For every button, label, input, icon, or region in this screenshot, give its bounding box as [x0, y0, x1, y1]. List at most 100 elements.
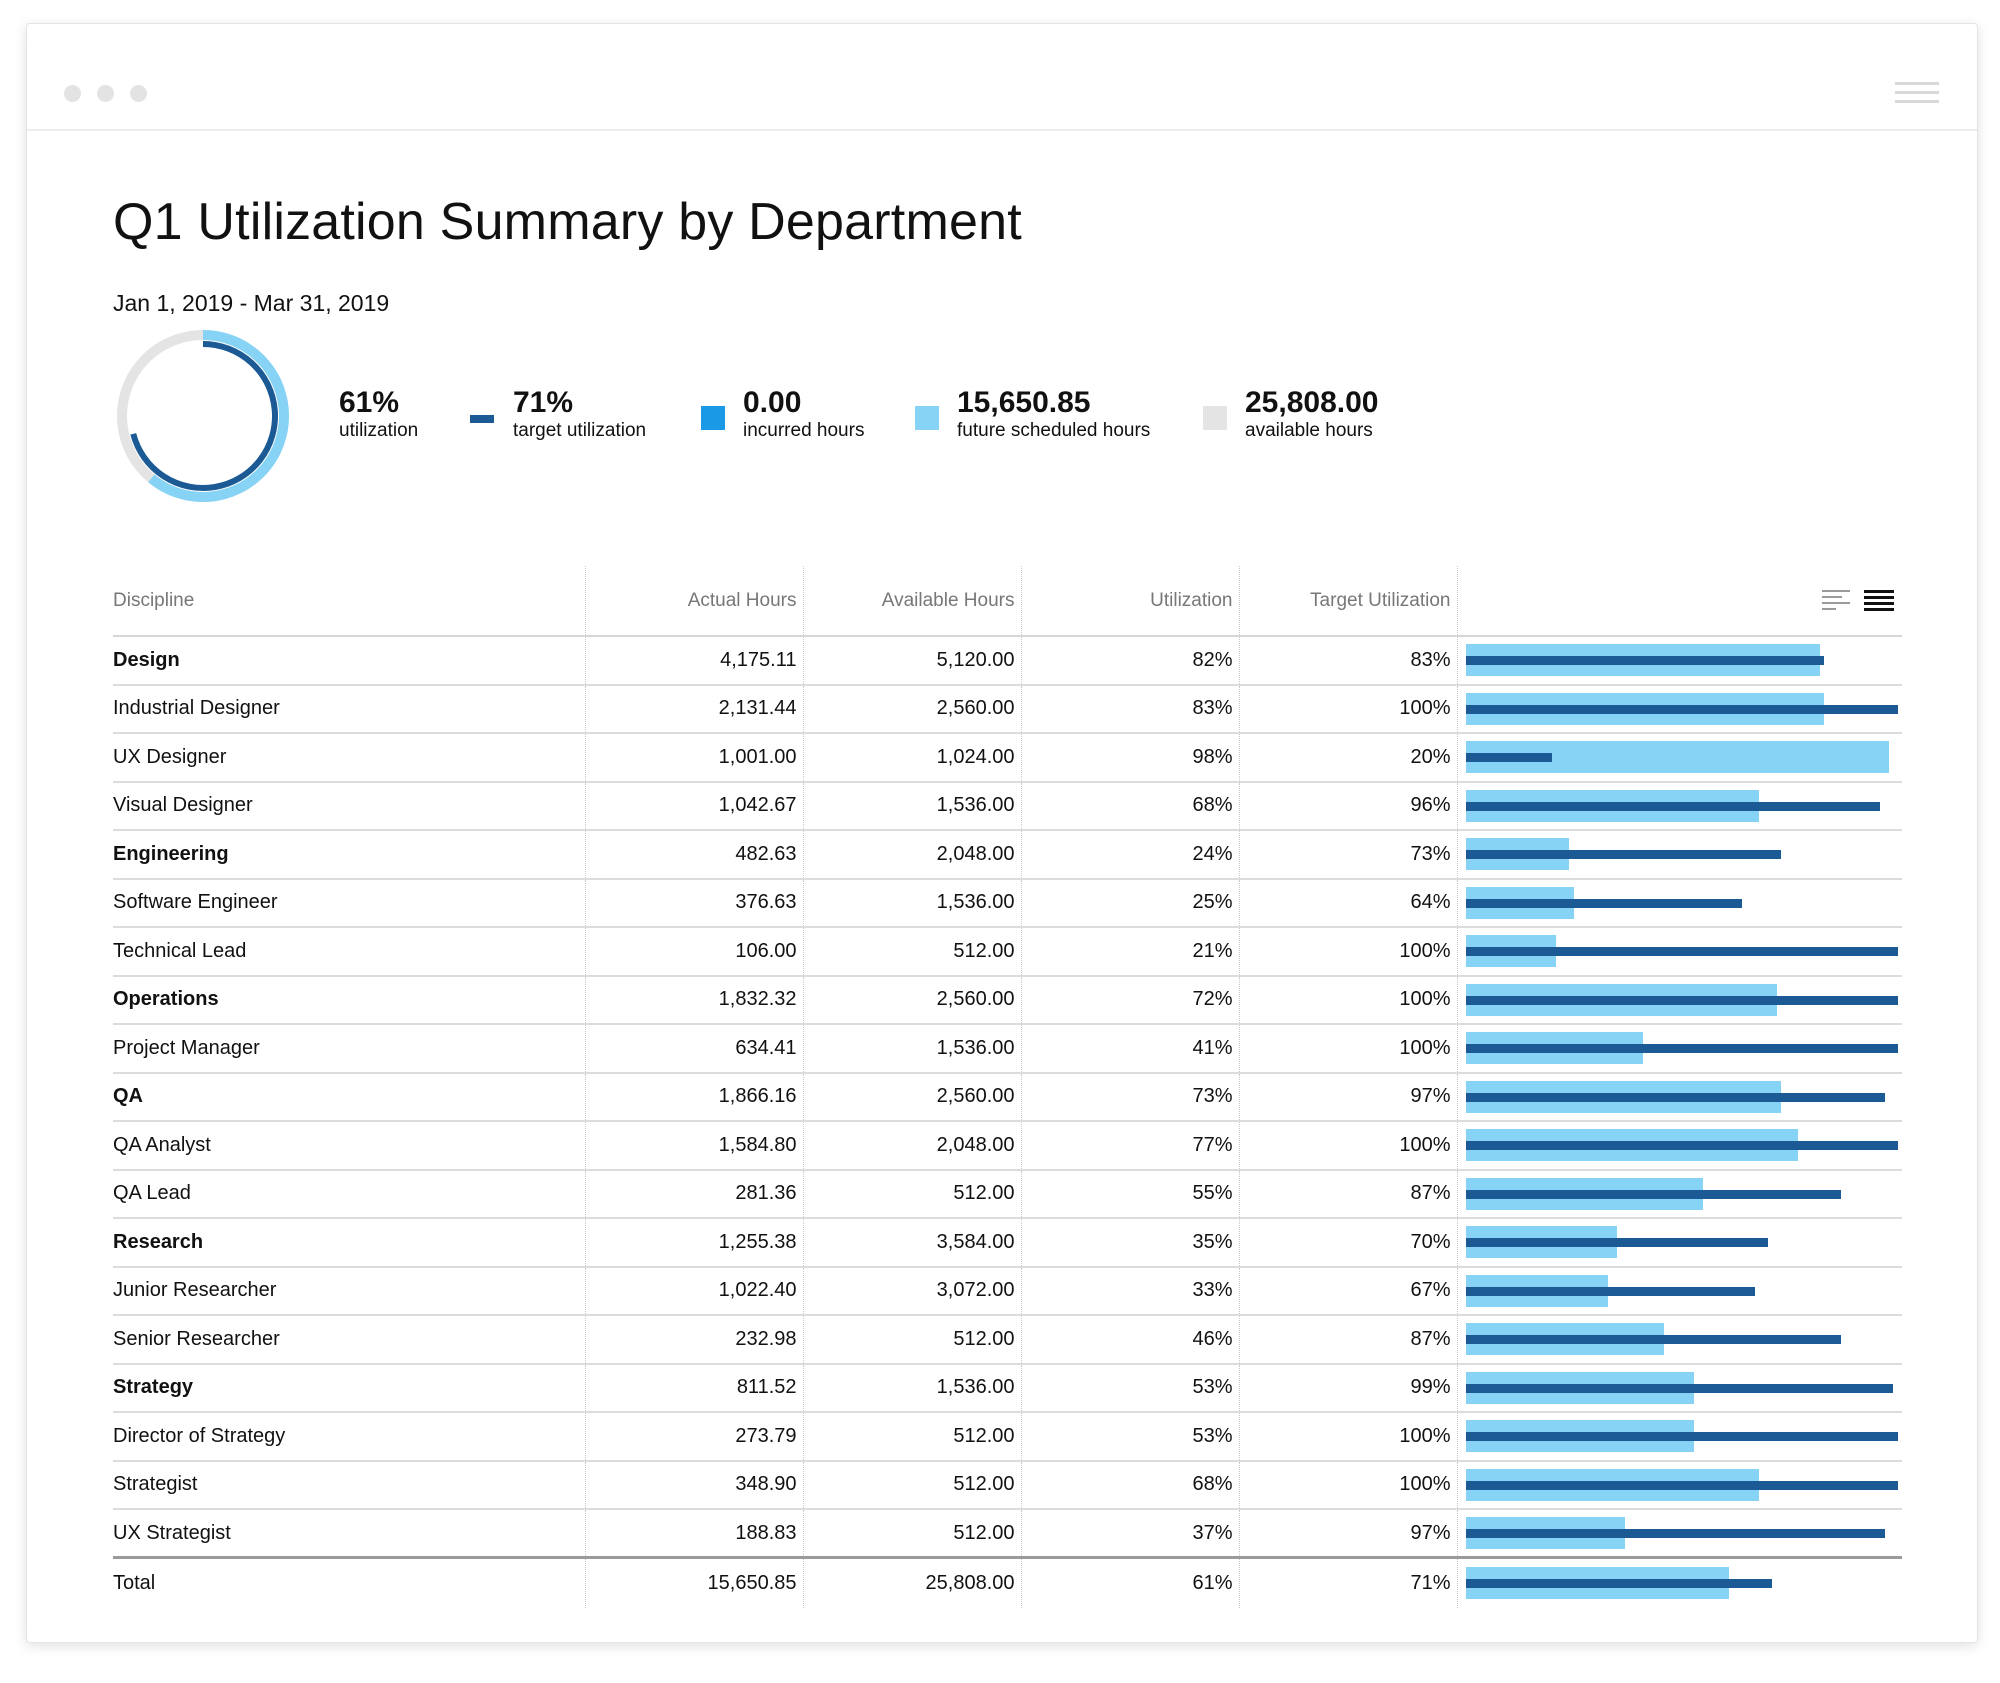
target-utilization-cell: 70% [1239, 1218, 1458, 1268]
table-row[interactable]: Project Manager 634.41 1,536.00 41% 100% [113, 1024, 1902, 1074]
window-dot-1 [64, 85, 81, 102]
bar-track [1465, 692, 1898, 725]
table-group-row[interactable]: QA 1,866.16 2,560.00 73% 97% [113, 1072, 1902, 1122]
discipline-cell: QA Analyst [113, 1121, 586, 1171]
utilization-bar-cell [1457, 1509, 1902, 1559]
bar-track [1465, 1567, 1898, 1600]
target-utilization-bar [1465, 947, 1898, 957]
col-header-discipline[interactable]: Discipline [113, 566, 586, 637]
table-row[interactable]: Industrial Designer 2,131.44 2,560.00 83% 10… [113, 684, 1902, 734]
utilization-cell: 55% [1021, 1169, 1240, 1219]
discipline-cell: Director of Strategy [113, 1412, 586, 1462]
table-row[interactable]: UX Strategist 188.83 512.00 37% 97% [113, 1509, 1902, 1559]
bar-track [1465, 1177, 1898, 1210]
utilization-cell: 98% [1021, 733, 1240, 783]
kpi-utilization: 61% utilization [339, 386, 418, 442]
utilization-bar-cell [1457, 1218, 1902, 1268]
bar-track [1465, 789, 1898, 822]
utilization-bar-cell [1457, 830, 1902, 880]
actual-hours-cell: 1,255.38 [585, 1218, 804, 1268]
utilization-cell: 61% [1021, 1556, 1240, 1608]
utilization-cell: 37% [1021, 1509, 1240, 1559]
available-hours-cell: 3,072.00 [803, 1266, 1022, 1316]
bar-track [1465, 1468, 1898, 1501]
col-header-available-hours[interactable]: Available Hours [803, 566, 1022, 637]
future-legend-swatch [915, 406, 939, 430]
table-row[interactable]: Junior Researcher 1,022.40 3,072.00 33% 67% [113, 1266, 1902, 1316]
target-line-legend-icon [470, 415, 494, 423]
table-group-row[interactable]: Engineering 482.63 2,048.00 24% 73% [113, 830, 1902, 880]
target-utilization-cell: 100% [1239, 1121, 1458, 1171]
table-total-row[interactable]: Total 15,650.85 25,808.00 61% 71% [113, 1556, 1902, 1608]
utilization-bar-cell [1457, 1315, 1902, 1365]
target-utilization-cell: 100% [1239, 1412, 1458, 1462]
table-group-row[interactable]: Operations 1,832.32 2,560.00 72% 100% [113, 975, 1902, 1025]
menu-icon[interactable] [1895, 82, 1939, 104]
discipline-cell: Industrial Designer [113, 684, 586, 734]
available-hours-cell: 5,120.00 [803, 636, 1022, 686]
target-utilization-bar [1465, 1579, 1773, 1589]
discipline-cell: Operations [113, 975, 586, 1025]
view-toggle [1822, 588, 1894, 611]
target-utilization-cell: 83% [1239, 636, 1458, 686]
utilization-bar-cell [1457, 1169, 1902, 1219]
actual-hours-cell: 232.98 [585, 1315, 804, 1365]
utilization-cell: 41% [1021, 1024, 1240, 1074]
actual-hours-cell: 1,584.80 [585, 1121, 804, 1171]
target-utilization-bar [1465, 1092, 1885, 1102]
table-row[interactable]: QA Analyst 1,584.80 2,048.00 77% 100% [113, 1121, 1902, 1171]
target-utilization-cell: 96% [1239, 781, 1458, 831]
col-header-utilization[interactable]: Utilization [1021, 566, 1240, 637]
target-utilization-bar [1465, 656, 1825, 666]
discipline-cell: Senior Researcher [113, 1315, 586, 1365]
utilization-bar-cell [1457, 684, 1902, 734]
bar-track [1465, 644, 1898, 677]
col-header-target-utilization[interactable]: Target Utilization [1239, 566, 1458, 637]
col-header-chart [1457, 566, 1902, 637]
actual-hours-cell: 1,042.67 [585, 781, 804, 831]
utilization-bar-cell [1457, 1024, 1902, 1074]
actual-hours-cell: 188.83 [585, 1509, 804, 1559]
available-hours-cell: 2,048.00 [803, 830, 1022, 880]
actual-hours-cell: 1,832.32 [585, 975, 804, 1025]
utilization-bar-cell [1457, 636, 1902, 686]
table-row[interactable]: Visual Designer 1,042.67 1,536.00 68% 96% [113, 781, 1902, 831]
table-group-row[interactable]: Design 4,175.11 5,120.00 82% 83% [113, 636, 1902, 686]
table-group-row[interactable]: Strategy 811.52 1,536.00 53% 99% [113, 1363, 1902, 1413]
available-hours-cell: 2,560.00 [803, 1072, 1022, 1122]
kpi-target-utilization: 71% target utilization [513, 386, 646, 442]
table-row[interactable]: Technical Lead 106.00 512.00 21% 100% [113, 927, 1902, 977]
actual-hours-cell: 1,866.16 [585, 1072, 804, 1122]
col-header-actual-hours[interactable]: Actual Hours [585, 566, 804, 637]
discipline-cell: Technical Lead [113, 927, 586, 977]
table-row[interactable]: Director of Strategy 273.79 512.00 53% 100% [113, 1412, 1902, 1462]
table-row[interactable]: Senior Researcher 232.98 512.00 46% 87% [113, 1315, 1902, 1365]
bar-track [1465, 1420, 1898, 1453]
bar-track [1465, 1129, 1898, 1162]
table-row[interactable]: Software Engineer 376.63 1,536.00 25% 64% [113, 878, 1902, 928]
kpi-value: 15,650.85 [957, 386, 1091, 419]
kpi-label: incurred hours [743, 420, 865, 441]
table-row[interactable]: QA Lead 281.36 512.00 55% 87% [113, 1169, 1902, 1219]
bar-track [1465, 1323, 1898, 1356]
actual-hours-cell: 281.36 [585, 1169, 804, 1219]
table-row[interactable]: Strategist 348.90 512.00 68% 100% [113, 1460, 1902, 1510]
donut-target-arc [130, 341, 278, 491]
table-group-row[interactable]: Research 1,255.38 3,584.00 35% 70% [113, 1218, 1902, 1268]
utilization-cell: 68% [1021, 781, 1240, 831]
discipline-cell: QA [113, 1072, 586, 1122]
kpi-value: 25,808.00 [1245, 386, 1379, 419]
window-dot-2 [97, 85, 114, 102]
utilization-bar-cell [1457, 1072, 1902, 1122]
compact-view-icon[interactable] [1822, 588, 1852, 610]
target-utilization-bar [1465, 850, 1781, 860]
table-row[interactable]: UX Designer 1,001.00 1,024.00 98% 20% [113, 733, 1902, 783]
available-hours-cell: 512.00 [803, 1412, 1022, 1462]
discipline-cell: UX Designer [113, 733, 586, 783]
target-utilization-bar [1465, 1480, 1898, 1490]
utilization-donut-chart [117, 330, 289, 502]
full-view-icon[interactable] [1864, 588, 1894, 611]
discipline-cell: Software Engineer [113, 878, 586, 928]
bar-track [1465, 886, 1898, 919]
discipline-cell: UX Strategist [113, 1509, 586, 1559]
